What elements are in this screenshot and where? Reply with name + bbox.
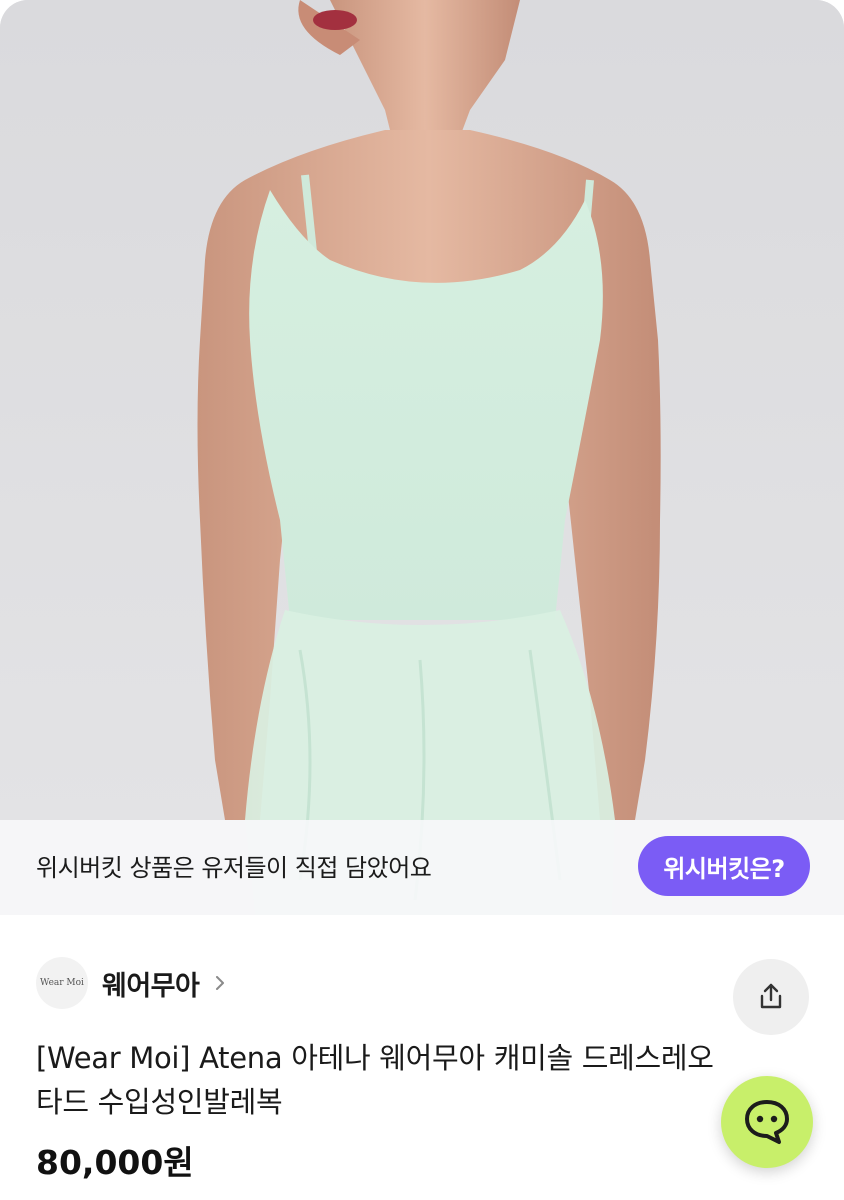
wishbucket-banner-text: 위시버킷 상품은 유저들이 직접 담았어요 bbox=[36, 854, 432, 882]
product-photo bbox=[0, 0, 844, 915]
shop-link[interactable]: Wear Moi 웨어무아 bbox=[36, 957, 227, 1009]
chevron-right-icon bbox=[216, 976, 225, 990]
shop-logo: Wear Moi bbox=[36, 957, 88, 1009]
wishbucket-info-button[interactable]: 위시버킷은? bbox=[638, 836, 810, 896]
shop-name: 웨어무아 bbox=[102, 970, 200, 1002]
share-icon bbox=[760, 983, 782, 1009]
product-price: 80,000원 bbox=[36, 1143, 194, 1182]
share-button[interactable] bbox=[733, 959, 809, 1035]
lips-shape bbox=[313, 10, 357, 30]
chat-button[interactable] bbox=[721, 1076, 813, 1168]
product-title: [Wear Moi] Atena 아테나 웨어무아 캐미솔 드레스레오타드 수입… bbox=[36, 1041, 714, 1119]
chat-bubble-icon bbox=[745, 1100, 789, 1144]
product-image[interactable] bbox=[0, 0, 844, 915]
